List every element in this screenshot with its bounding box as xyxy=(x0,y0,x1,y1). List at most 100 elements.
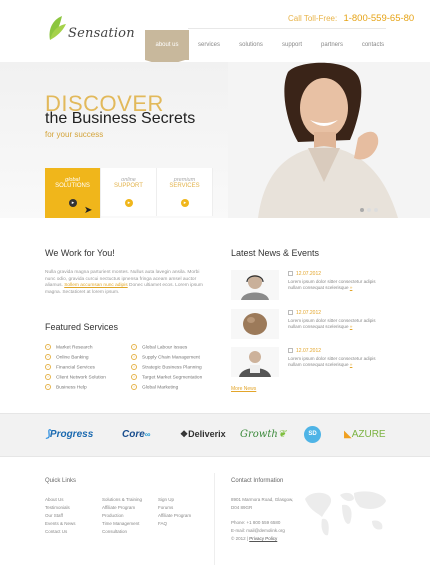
quick-links-title: Quick Links xyxy=(45,478,77,484)
contact-info-title: Contact Information xyxy=(231,478,284,484)
nav-contacts[interactable]: contacts xyxy=(353,30,393,62)
infinity-icon: ∞ xyxy=(144,430,151,439)
news-title: Latest News & Events xyxy=(231,248,320,258)
service-item[interactable]: › Supply Chain Management xyxy=(131,354,200,360)
hero-subtitle: the Business Secrets xyxy=(45,110,196,127)
footer: Quick Links Contact Information About Us… xyxy=(0,457,430,573)
logo[interactable]: Sensation xyxy=(46,14,135,44)
news-date: 12.07.2012 xyxy=(288,310,321,316)
phone-info: Call Toll-Free: 1-800-559-65-80 xyxy=(288,13,414,24)
footer-link[interactable]: Contact Us xyxy=(45,529,67,534)
news-item: 12.07.2012 Lorem ipsum dolor sitter cons… xyxy=(231,309,381,341)
arrow-icon[interactable]: ▸ xyxy=(125,199,133,207)
footer-divider xyxy=(214,473,215,565)
privacy-policy-link[interactable]: Privacy Policy xyxy=(249,536,277,541)
news-image[interactable] xyxy=(231,347,279,377)
news-text: Lorem ipsum dolor sitter consectetur adi… xyxy=(288,279,376,291)
work-title: We Work for You! xyxy=(45,248,115,258)
tab-online-support[interactable]: online SUPPORT ▸ xyxy=(101,168,157,216)
arrow-icon[interactable]: ▸ xyxy=(69,199,77,207)
service-item[interactable]: › Business Help xyxy=(45,384,87,390)
chevron-right-icon: › xyxy=(45,344,51,350)
nav-about-us[interactable]: about us xyxy=(145,30,189,66)
partner-logo-progress[interactable]: ⟆Progress xyxy=(46,429,93,440)
hero-photo xyxy=(228,62,430,218)
chevron-right-icon: › xyxy=(45,354,51,360)
service-item[interactable]: › Global Marketing xyxy=(131,384,178,390)
footer-link[interactable]: Consultation xyxy=(102,529,127,534)
slider-dot[interactable] xyxy=(374,208,378,212)
service-item[interactable]: › Global Labour Issues xyxy=(131,344,187,350)
news-date: 12.07.2012 xyxy=(288,348,321,354)
read-more-link[interactable]: » xyxy=(350,324,353,329)
partner-logo-core[interactable]: Core∞ xyxy=(122,429,151,440)
news-item: 12.07.2012 Lorem ipsum dolor sitter cons… xyxy=(231,347,381,379)
partner-logo-deliverix[interactable]: ❖Deliverix xyxy=(180,429,226,440)
slider-dot[interactable] xyxy=(367,208,371,212)
calendar-icon xyxy=(288,348,293,354)
arrow-icon[interactable]: ▸ xyxy=(181,199,189,207)
contact-phone: Phone: +1 800 559 6580 xyxy=(231,520,281,525)
service-item[interactable]: › Client Network Solution xyxy=(45,374,106,380)
footer-legal: © 2012 | Privacy Policy xyxy=(231,536,278,541)
service-item[interactable]: › Market Research xyxy=(45,344,93,350)
more-news-link[interactable]: More News xyxy=(231,386,256,392)
header: Sensation Call Toll-Free: 1-800-559-65-8… xyxy=(0,0,430,66)
header-divider xyxy=(188,28,386,29)
leaf-icon: ❦ xyxy=(277,429,287,440)
read-more-link[interactable]: » xyxy=(350,285,353,290)
nav-partners[interactable]: partners xyxy=(311,30,353,62)
brand-name: Sensation xyxy=(68,26,135,41)
chevron-right-icon: › xyxy=(131,374,137,380)
footer-link[interactable]: Forums xyxy=(158,505,173,510)
footer-link[interactable]: Sign Up xyxy=(158,497,174,502)
news-image[interactable] xyxy=(231,309,279,339)
service-item[interactable]: › Financial Services xyxy=(45,364,95,370)
copyright: © 2012 xyxy=(231,536,246,541)
footer-link[interactable]: Time Management xyxy=(102,521,139,526)
footer-link[interactable]: Testimonials xyxy=(45,505,70,510)
nav-services[interactable]: services xyxy=(189,30,229,62)
footer-link[interactable]: Affiliate Program xyxy=(102,505,135,510)
footer-link[interactable]: About Us xyxy=(45,497,64,502)
hero-banner: DISCOVER the Business Secrets for your s… xyxy=(0,62,430,218)
address-line: D04 89GR xyxy=(231,505,253,510)
tab-label: SERVICES xyxy=(169,183,200,189)
leaf-logo-icon xyxy=(49,16,66,40)
news-text: Lorem ipsum dolor sitter consectetur adi… xyxy=(288,318,376,330)
footer-link[interactable]: Our Staff xyxy=(45,513,63,518)
news-text: Lorem ipsum dolor sitter consectetur adi… xyxy=(288,356,376,368)
news-date: 12.07.2012 xyxy=(288,271,321,277)
address-line: 8901 Marmora Road, Glasgow, xyxy=(231,497,294,502)
phone-label: Call Toll-Free: xyxy=(288,14,338,23)
featured-title: Featured Services xyxy=(45,322,119,332)
partner-logo-sd[interactable]: SD xyxy=(304,426,321,443)
chevron-right-icon: › xyxy=(131,354,137,360)
contact-email[interactable]: E-mail: mail@demolink.org xyxy=(231,528,285,533)
partner-logos: ⟆Progress Core∞ ❖Deliverix Growth❦ SD ◣A… xyxy=(0,413,430,457)
partner-logo-azure[interactable]: ◣AZURE xyxy=(344,429,386,440)
service-item[interactable]: › Strategic Business Planning xyxy=(131,364,202,370)
partner-logo-growth[interactable]: Growth❦ xyxy=(240,429,286,440)
tab-label: SOLUTIONS xyxy=(55,183,90,189)
work-link[interactable]: Sollem accumsan nunc adipis xyxy=(64,283,127,288)
footer-link[interactable]: Production xyxy=(102,513,124,518)
nav-solutions[interactable]: solutions xyxy=(229,30,273,62)
nav-support[interactable]: support xyxy=(273,30,311,62)
phone-number[interactable]: 1-800-559-65-80 xyxy=(343,13,414,24)
tab-global-solutions[interactable]: global SOLUTIONS ▸ xyxy=(45,168,101,218)
service-item[interactable]: › Target Market Segmentation xyxy=(131,374,202,380)
tab-premium-services[interactable]: premium SERVICES ▸ xyxy=(157,168,213,216)
news-image[interactable] xyxy=(231,270,279,300)
footer-link[interactable]: Solutions & Training xyxy=(102,497,142,502)
footer-link[interactable]: FAQ xyxy=(158,521,167,526)
mouse-pointer-icon: ➤ xyxy=(84,205,93,216)
footer-link[interactable]: Affiliate Program xyxy=(158,513,191,518)
calendar-icon xyxy=(288,310,293,316)
slider-dot[interactable] xyxy=(360,208,364,212)
slider-pagination xyxy=(360,208,378,212)
chevron-right-icon: › xyxy=(45,384,51,390)
service-item[interactable]: › Online Banking xyxy=(45,354,89,360)
footer-link[interactable]: Events & News xyxy=(45,521,76,526)
read-more-link[interactable]: » xyxy=(350,362,353,367)
